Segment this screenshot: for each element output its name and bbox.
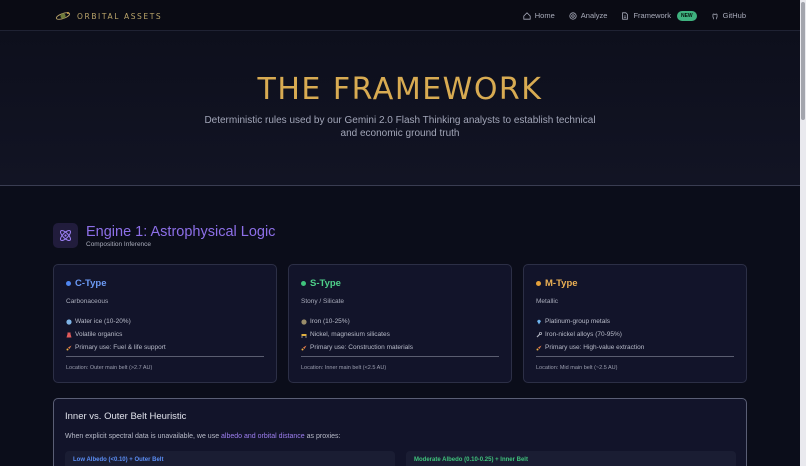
card-location: Location: Outer main belt (>2.7 AU) [66, 365, 153, 371]
green-dot-icon [301, 281, 306, 286]
new-badge: NEW [676, 10, 697, 21]
list-item: Nickel, magnesium silicates [301, 328, 413, 341]
card-title: S-Type [301, 278, 341, 289]
list-item-text: Volatile organics [75, 331, 123, 338]
list-item: Platinum-group metals [536, 315, 644, 328]
rock-icon [301, 318, 307, 325]
nav-analyze-label: Analyze [580, 11, 608, 20]
card-title-label: S-Type [310, 278, 341, 289]
list-item-text: Platinum-group metals [545, 318, 611, 325]
blue-dot-icon [66, 281, 71, 286]
home-icon [523, 11, 531, 20]
orange-dot-icon [536, 281, 541, 286]
heuristic-text-before: When explicit spectral data is unavailab… [65, 433, 222, 440]
list-item: Primary use: High-value extraction [536, 341, 644, 354]
list-item: Water ice (10-20%) [66, 315, 166, 328]
engine-title: Engine 1: Astrophysical Logic [86, 224, 276, 240]
heuristic-text: When explicit spectral data is unavailab… [65, 433, 341, 440]
card-kind: Stony / Silicate [301, 298, 344, 305]
list-item-text: Iron-nickel alloys (70-95%) [545, 331, 622, 338]
water-icon [66, 318, 72, 325]
list-item: Iron-nickel alloys (70-95%) [536, 328, 644, 341]
card-location: Location: Mid main belt (~2.5 AU) [536, 365, 618, 371]
list-item-text: Water ice (10-20%) [75, 318, 131, 325]
nav-framework[interactable]: Framework NEW [621, 10, 697, 21]
nav-analyze[interactable]: Analyze [569, 11, 608, 20]
hero-section: THE FRAMEWORK Deterministic rules used b… [0, 31, 800, 186]
beaker-icon [66, 332, 72, 337]
nav-framework-label: Framework [633, 11, 671, 20]
card-title: C-Type [66, 278, 107, 289]
card-title: M-Type [536, 278, 578, 289]
divider [66, 356, 264, 357]
page-scrollbar[interactable] [800, 0, 806, 466]
nav-github[interactable]: GitHub [711, 11, 746, 20]
rocket-icon [301, 345, 307, 350]
target-icon [569, 11, 577, 20]
nav-home[interactable]: Home [523, 11, 555, 20]
github-icon [712, 13, 718, 19]
gem-icon [537, 319, 541, 324]
card-m-type: M-Type Metallic Platinum-group metals Ir… [523, 264, 747, 383]
list-item-text: Primary use: High-value extraction [545, 344, 645, 351]
orbit-logo-icon [55, 12, 71, 20]
engine-icon-tile [53, 223, 78, 248]
document-icon [622, 11, 629, 20]
list-item-text: Primary use: Construction materials [310, 344, 413, 351]
heuristic-title: Inner vs. Outer Belt Heuristic [65, 411, 187, 422]
page-title: THE FRAMEWORK [257, 72, 543, 107]
engine-subtitle: Composition Inference [86, 241, 152, 248]
card-kind: Metallic [536, 298, 559, 305]
card-title-label: M-Type [545, 278, 578, 289]
albedo-link[interactable]: albedo and orbital distance [221, 433, 305, 440]
wrench-icon [536, 331, 542, 337]
top-nav: ORBITAL ASSETS Home Analyze Framework NE… [0, 0, 800, 31]
list-item-text: Iron (10-25%) [310, 318, 350, 325]
rocket-icon [536, 345, 542, 350]
heuristic-box-moderate-albedo: Moderate Albedo (0.10-0.25) + Inner Belt [406, 451, 736, 466]
heuristic-box-label: Moderate Albedo (0.10-0.25) + Inner Belt [414, 457, 528, 463]
list-item: Primary use: Construction materials [301, 341, 413, 354]
list-item-text: Nickel, magnesium silicates [310, 331, 390, 338]
brand-name: ORBITAL ASSETS [77, 11, 163, 21]
divider [301, 356, 499, 357]
card-location: Location: Inner main belt (<2.5 AU) [301, 365, 387, 371]
heuristic-panel: Inner vs. Outer Belt Heuristic When expl… [53, 398, 747, 466]
card-kind: Carbonaceous [66, 298, 109, 305]
page-subtitle: Deterministic rules used by our Gemini 2… [204, 115, 596, 139]
card-s-type: S-Type Stony / Silicate Iron (10-25%) Ni… [288, 264, 512, 383]
rocket-icon [66, 345, 72, 350]
brand[interactable]: ORBITAL ASSETS [55, 9, 162, 23]
card-title-label: C-Type [75, 278, 107, 289]
scrollbar-thumb[interactable] [801, 2, 805, 120]
list-item-text: Primary use: Fuel & life support [75, 344, 166, 351]
construction-icon [301, 333, 307, 338]
nav-home-label: Home [534, 11, 555, 20]
nav-github-label: GitHub [722, 11, 746, 20]
list-item: Iron (10-25%) [301, 315, 413, 328]
divider [536, 356, 734, 357]
list-item: Primary use: Fuel & life support [66, 341, 166, 354]
heuristic-text-after: as proxies: [304, 433, 341, 440]
atom-icon [59, 229, 72, 242]
heuristic-box-label: Low Albedo (<0.10) + Outer Belt [73, 457, 164, 463]
card-c-type: C-Type Carbonaceous Water ice (10-20%) V… [53, 264, 277, 383]
heuristic-box-low-albedo: Low Albedo (<0.10) + Outer Belt [65, 451, 395, 466]
list-item: Volatile organics [66, 328, 166, 341]
